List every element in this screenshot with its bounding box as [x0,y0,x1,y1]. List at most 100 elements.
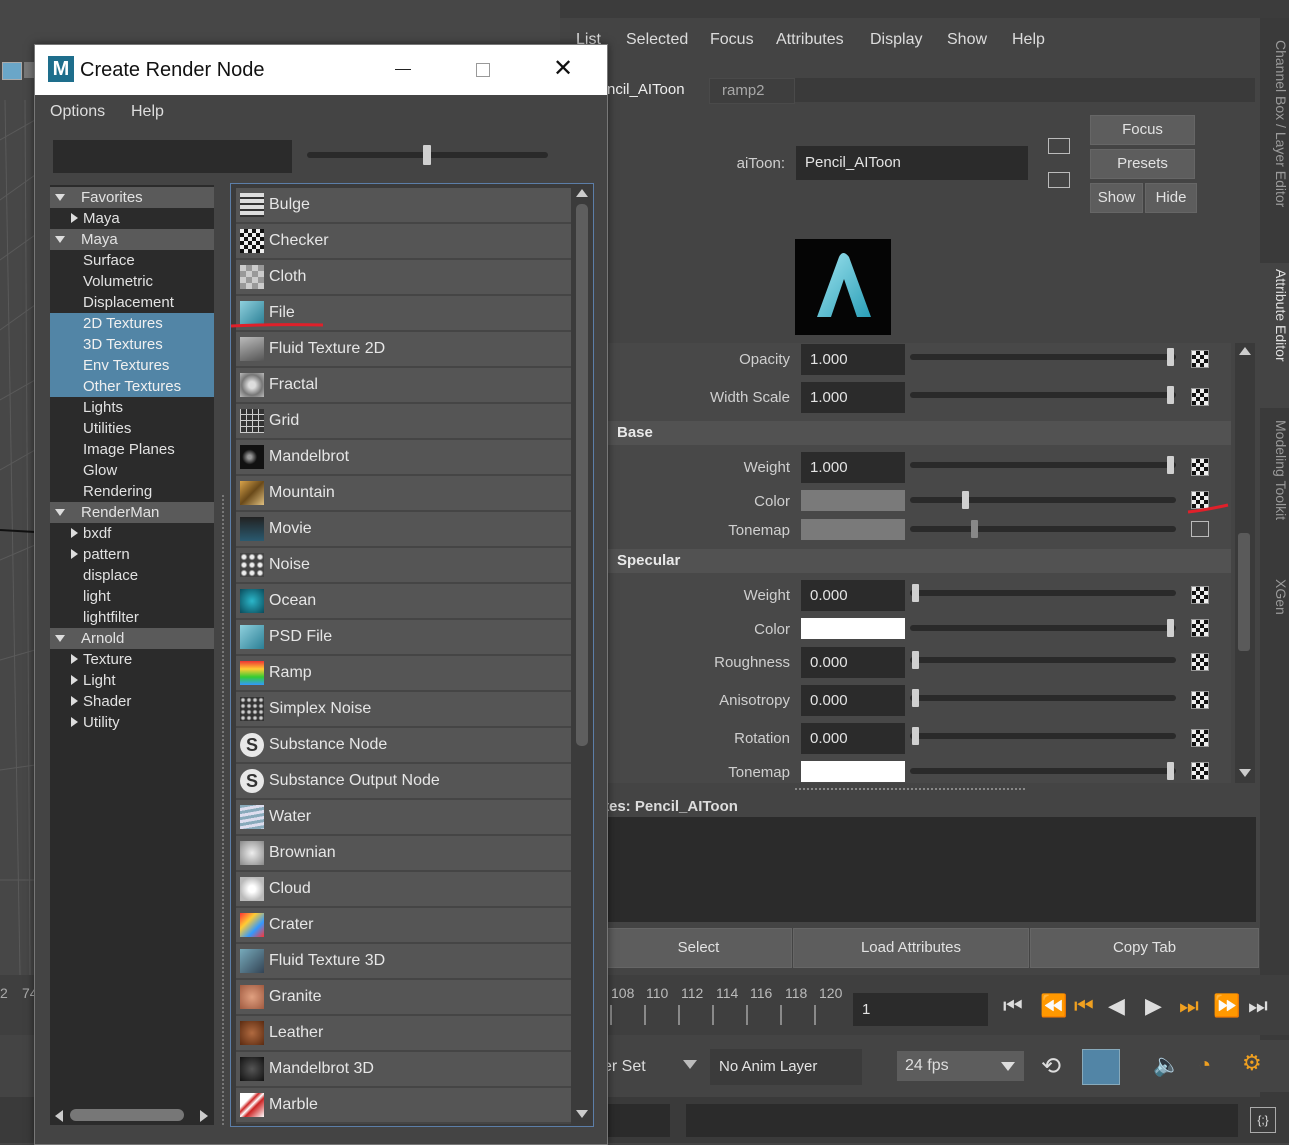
tree-item-glow[interactable]: Glow [50,460,214,481]
spec-tonemap-swatch[interactable] [801,761,905,782]
tree-item-light[interactable]: light [50,586,214,607]
opacity-slider-track[interactable] [910,354,1176,360]
tab-channel-box[interactable]: Channel Box / Layer Editor [1260,34,1289,259]
show-button[interactable]: Show [1090,183,1143,213]
node-item-movie[interactable]: Movie [236,512,571,548]
dialog-title-bar[interactable]: M Create Render Node ✕ [35,45,607,95]
collapsed-triangle-icon[interactable] [71,654,78,664]
tree-item-image-planes[interactable]: Image Planes [50,439,214,460]
node-item-mandelbrot-3d[interactable]: Mandelbrot 3D [236,1052,571,1088]
menu-help[interactable]: Help [1012,31,1045,49]
tree-item-displacement[interactable]: Displacement [50,292,214,313]
node-item-mandelbrot[interactable]: Mandelbrot [236,440,571,476]
node-item-fluid-texture-3d[interactable]: Fluid Texture 3D [236,944,571,980]
list-scroll-thumb[interactable] [576,204,588,746]
spec-color-map-button[interactable] [1191,619,1209,637]
base-color-slider-handle[interactable] [962,491,969,509]
script-editor-icon[interactable]: {;} [1250,1107,1276,1133]
anisotropy-slider-track[interactable] [910,695,1176,701]
tree-item-rendering[interactable]: Rendering [50,481,214,502]
base-weight-slider-track[interactable] [910,462,1176,468]
sound-icon[interactable]: 🔈 [1153,1052,1180,1078]
anim-layer-field[interactable]: No Anim Layer [710,1049,862,1085]
mel-input[interactable] [605,1104,670,1137]
minimize-icon[interactable] [395,69,411,70]
section-specular[interactable]: Specular [605,549,1231,573]
base-tonemap-slider-handle[interactable] [971,520,978,538]
tree-item-utilities[interactable]: Utilities [50,418,214,439]
collapsed-triangle-icon[interactable] [71,675,78,685]
collapsed-triangle-icon[interactable] [71,717,78,727]
node-item-ocean[interactable]: Ocean [236,584,571,620]
load-input-icon[interactable] [1048,138,1070,154]
node-item-substance-node[interactable]: S Substance Node [236,728,571,764]
width-scale-field[interactable]: 1.000 [801,382,905,413]
roughness-map-button[interactable] [1191,653,1209,671]
menu-selected[interactable]: Selected [626,31,688,49]
base-tonemap-slider-track[interactable] [910,526,1176,532]
list-scroll-down-icon[interactable] [576,1110,588,1118]
roughness-slider-handle[interactable] [912,651,919,669]
focus-button[interactable]: Focus [1090,115,1195,145]
node-search-input[interactable] [53,140,292,173]
go-to-start-icon[interactable]: ⏮ [1003,993,1023,1019]
node-item-leather[interactable]: Leather [236,1016,571,1052]
tree-item-3d-textures[interactable]: 3D Textures [50,334,214,355]
auto-key-icon[interactable]: ◔ [1198,1052,1211,1078]
tab-attribute-editor[interactable]: Attribute Editor [1260,263,1289,408]
width-scale-map-button[interactable] [1191,388,1209,406]
base-weight-slider-handle[interactable] [1167,456,1174,474]
node-item-cloud[interactable]: Cloud [236,872,571,908]
tree-item-displace[interactable]: displace [50,565,214,586]
node-item-crater[interactable]: Crater [236,908,571,944]
node-item-substance-output-node[interactable]: S Substance Output Node [236,764,571,800]
step-forward-frame-icon[interactable]: ⏭ [1179,993,1199,1019]
base-weight-field[interactable]: 1.000 [801,452,905,483]
base-weight-map-button[interactable] [1191,458,1209,476]
tree-item-shader[interactable]: Shader [50,691,214,712]
tree-item-texture[interactable]: Texture [50,649,214,670]
tree-hscrollbar[interactable] [50,1105,214,1125]
opacity-field[interactable]: 1.000 [801,344,905,375]
tree-item-maya[interactable]: Maya [50,229,214,250]
roughness-slider-track[interactable] [910,657,1176,663]
ae-scroll-down-icon[interactable] [1239,769,1251,777]
base-color-slider-track[interactable] [910,497,1176,503]
menu-attributes[interactable]: Attributes [776,31,844,49]
anisotropy-field[interactable]: 0.000 [801,685,905,716]
tree-item-arnold[interactable]: Arnold [50,628,214,649]
width-scale-slider-handle[interactable] [1167,386,1174,404]
tree-item-favorites[interactable]: Favorites [50,187,214,208]
rotation-slider-handle[interactable] [912,727,919,745]
rotation-field[interactable]: 0.000 [801,723,905,754]
notes-textarea[interactable] [605,817,1256,922]
base-color-swatch[interactable] [801,490,905,511]
spec-tonemap-map-button[interactable] [1191,762,1209,780]
menu-options[interactable]: Options [50,103,105,121]
spec-color-slider-track[interactable] [910,625,1176,631]
base-tonemap-connected-icon[interactable] [1191,521,1209,537]
pane-splitter[interactable] [222,495,224,1125]
menu-help-dialog[interactable]: Help [131,103,164,121]
node-item-noise[interactable]: Noise [236,548,571,584]
maximize-icon[interactable] [476,63,490,77]
node-item-cloth[interactable]: Cloth [236,260,571,296]
spec-tonemap-slider-handle[interactable] [1167,762,1174,780]
loop-icon[interactable]: ⟲ [1041,1052,1061,1081]
node-item-checker[interactable]: Checker [236,224,571,260]
step-back-key-icon[interactable]: ⏪ [1040,993,1067,1019]
step-back-frame-icon[interactable]: ⏮ [1074,993,1094,1019]
tree-item-lights[interactable]: Lights [50,397,214,418]
collapsed-triangle-icon[interactable] [71,213,78,223]
spec-tonemap-slider-track[interactable] [910,768,1176,774]
node-item-fluid-texture-2d[interactable]: Fluid Texture 2D [236,332,571,368]
fps-dropdown[interactable]: 24 fps [897,1051,1024,1081]
tab-xgen[interactable]: XGen [1260,573,1289,643]
viewport-icon[interactable] [2,62,22,80]
section-base[interactable]: Base [605,421,1231,445]
tree-item-renderman[interactable]: RenderMan [50,502,214,523]
ae-scrollbar[interactable] [1235,343,1255,783]
character-set-label[interactable]: er Set [603,1058,646,1076]
expanded-triangle-icon[interactable] [55,236,65,243]
node-item-psd-file[interactable]: PSD File [236,620,571,656]
